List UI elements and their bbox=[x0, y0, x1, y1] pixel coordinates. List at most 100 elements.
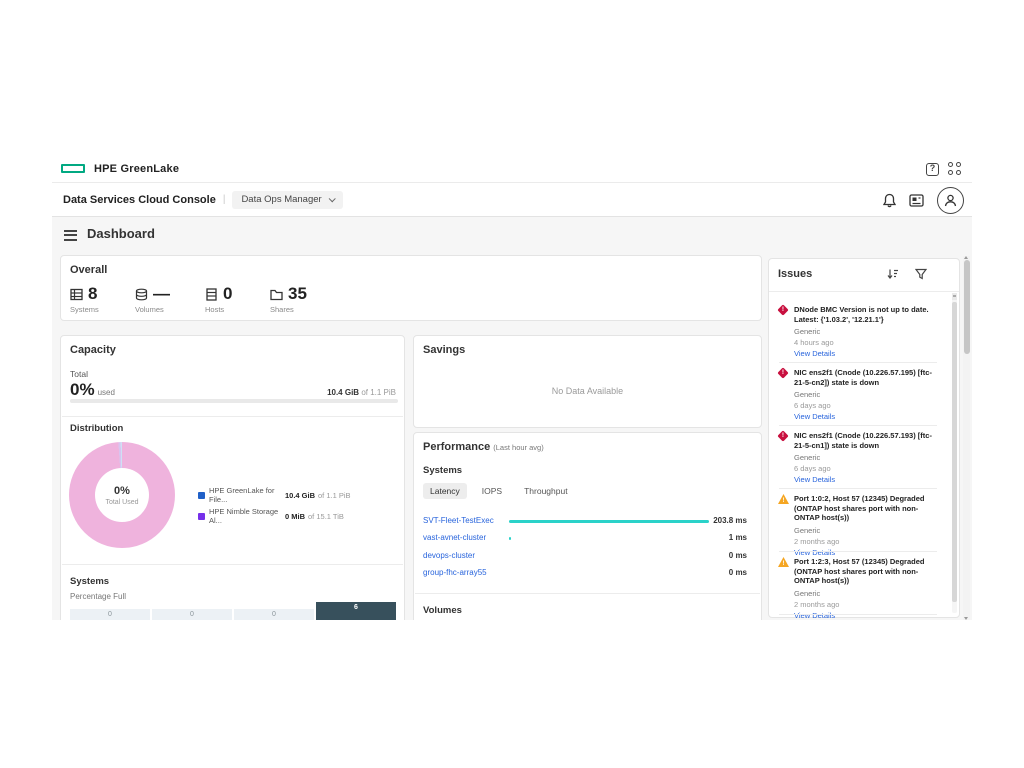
filter-icon[interactable] bbox=[915, 268, 927, 280]
systems-label: Systems bbox=[70, 305, 132, 314]
donut-center-label: Total Used bbox=[105, 499, 138, 506]
latency-bar bbox=[509, 537, 511, 540]
tab-throughput[interactable]: Throughput bbox=[517, 483, 574, 499]
app-selector[interactable]: Data Ops Manager bbox=[232, 191, 342, 209]
capacity-systems-title: Systems bbox=[70, 576, 109, 587]
critical-icon bbox=[777, 430, 788, 441]
legend-swatch bbox=[198, 513, 205, 520]
capacity-progress-bar bbox=[70, 399, 398, 403]
sort-icon[interactable] bbox=[887, 268, 899, 280]
brand-header: HPE GreenLake bbox=[52, 155, 972, 183]
menu-hamburger-icon[interactable] bbox=[64, 230, 77, 241]
issue-title: Port 1:2:3, Host 57 (12345) Degraded (ON… bbox=[794, 557, 937, 586]
volumes-icon bbox=[135, 288, 148, 301]
issue-time: 6 days ago bbox=[794, 464, 937, 473]
shares-folder-icon bbox=[270, 288, 283, 301]
tab-latency[interactable]: Latency bbox=[423, 483, 467, 499]
app-window: HPE GreenLake Data Services Cloud Consol… bbox=[0, 0, 1024, 768]
user-avatar[interactable] bbox=[937, 187, 964, 214]
issue-item: NIC ens2f1 (Cnode (10.226.57.195) [ftc-2… bbox=[779, 368, 937, 421]
issues-scrollbar-thumb[interactable] bbox=[952, 302, 957, 602]
capacity-title: Capacity bbox=[70, 344, 116, 356]
capacity-card: Capacity Total 0%used 10.4 GiB of 1.1 Pi… bbox=[60, 335, 405, 620]
issue-time: 4 hours ago bbox=[794, 338, 937, 347]
issues-scrollbar[interactable] bbox=[952, 293, 957, 613]
capacity-total-label: Total bbox=[70, 369, 88, 379]
percentage-full-label: Percentage Full bbox=[70, 592, 126, 601]
overall-title: Overall bbox=[70, 264, 107, 276]
page-title: Dashboard bbox=[87, 226, 155, 241]
savings-empty-state: No Data Available bbox=[414, 386, 761, 396]
savings-card: Savings No Data Available bbox=[413, 335, 762, 428]
latency-bar bbox=[509, 520, 709, 523]
warning-icon bbox=[778, 494, 789, 504]
hpe-logo-icon bbox=[61, 164, 85, 173]
latency-value: 0 ms bbox=[729, 568, 747, 577]
histogram-bar: 0 bbox=[234, 609, 314, 620]
scroll-up-button[interactable] bbox=[952, 293, 957, 300]
issue-title: DNode BMC Version is not up to date. Lat… bbox=[794, 305, 937, 324]
capacity-donut-chart: 0% Total Used bbox=[69, 442, 175, 548]
performance-card: Performance(Last hour avg) Systems Laten… bbox=[413, 432, 762, 620]
issue-category: Generic bbox=[794, 390, 937, 399]
scroll-down-arrow-icon[interactable] bbox=[964, 617, 968, 620]
stat-volumes: — Volumes bbox=[135, 284, 197, 314]
system-link[interactable]: group-fhc-array55 bbox=[423, 568, 487, 577]
latency-value: 0 ms bbox=[729, 551, 747, 560]
percentage-full-histogram: 0 0 0 6 bbox=[70, 602, 398, 620]
system-link[interactable]: devops-cluster bbox=[423, 551, 475, 560]
whats-new-icon[interactable] bbox=[909, 194, 924, 207]
donut-center-value: 0% bbox=[114, 485, 130, 497]
hosts-count: 0 bbox=[223, 284, 232, 304]
performance-row: vast-avnet-cluster 1 ms bbox=[414, 531, 761, 545]
scroll-up-arrow-icon[interactable] bbox=[964, 256, 968, 259]
brand-title: HPE GreenLake bbox=[94, 163, 179, 175]
view-details-link[interactable]: View Details bbox=[794, 475, 937, 484]
app-selector-label: Data Ops Manager bbox=[241, 194, 321, 205]
issue-category: Generic bbox=[794, 589, 937, 598]
issues-title: Issues bbox=[778, 268, 812, 280]
notifications-bell-icon[interactable] bbox=[883, 193, 896, 208]
issue-title: Port 1:0:2, Host 57 (12345) Degraded (ON… bbox=[794, 494, 937, 523]
system-link[interactable]: SVT-Fleet-TestExec bbox=[423, 516, 494, 525]
savings-title: Savings bbox=[423, 344, 465, 356]
person-icon bbox=[943, 193, 958, 208]
latency-value: 203.8 ms bbox=[713, 516, 747, 525]
issue-category: Generic bbox=[794, 453, 937, 462]
performance-systems-label: Systems bbox=[423, 465, 462, 476]
systems-icon bbox=[70, 288, 83, 301]
tab-iops[interactable]: IOPS bbox=[475, 483, 509, 499]
view-details-link[interactable]: View Details bbox=[794, 611, 937, 620]
issue-item: Port 1:0:2, Host 57 (12345) Degraded (ON… bbox=[779, 494, 937, 557]
page-scrollbar-thumb[interactable] bbox=[964, 260, 970, 354]
apps-grid-icon[interactable] bbox=[948, 162, 962, 176]
legend-item: HPE Nimble Storage Al... 0 MiBof 15.1 Ti… bbox=[198, 507, 351, 525]
issues-panel: Issues DNode BMC Version is not up to da… bbox=[768, 258, 960, 618]
capacity-used-suffix: used bbox=[98, 388, 115, 397]
issue-category: Generic bbox=[794, 526, 937, 535]
stat-systems: 8 Systems bbox=[70, 284, 132, 314]
system-link[interactable]: vast-avnet-cluster bbox=[423, 533, 486, 542]
console-header: Data Services Cloud Console | Data Ops M… bbox=[52, 183, 972, 217]
view-details-link[interactable]: View Details bbox=[794, 349, 937, 358]
histogram-bar: 6 bbox=[316, 602, 396, 620]
legend-item: HPE GreenLake for File... 10.4 GiBof 1.1… bbox=[198, 486, 351, 504]
performance-title: Performance(Last hour avg) bbox=[423, 441, 544, 453]
page-scrollbar[interactable] bbox=[963, 256, 970, 620]
view-details-link[interactable]: View Details bbox=[794, 412, 937, 421]
chevron-down-icon bbox=[328, 195, 335, 202]
volumes-label: Volumes bbox=[135, 305, 197, 314]
warning-icon bbox=[778, 557, 789, 567]
performance-row: group-fhc-array55 0 ms bbox=[414, 566, 761, 580]
overall-card: Overall 8 Systems bbox=[60, 255, 762, 321]
performance-row: devops-cluster 0 ms bbox=[414, 549, 761, 563]
view-details-link[interactable]: View Details bbox=[794, 548, 937, 557]
critical-icon bbox=[777, 367, 788, 378]
help-icon[interactable] bbox=[926, 163, 939, 176]
shares-label: Shares bbox=[270, 305, 332, 314]
issue-title: NIC ens2f1 (Cnode (10.226.57.195) [ftc-2… bbox=[794, 368, 937, 387]
legend-swatch bbox=[198, 492, 205, 499]
issue-time: 2 months ago bbox=[794, 537, 937, 546]
stat-shares: 35 Shares bbox=[270, 284, 332, 314]
volumes-count: — bbox=[153, 284, 170, 304]
